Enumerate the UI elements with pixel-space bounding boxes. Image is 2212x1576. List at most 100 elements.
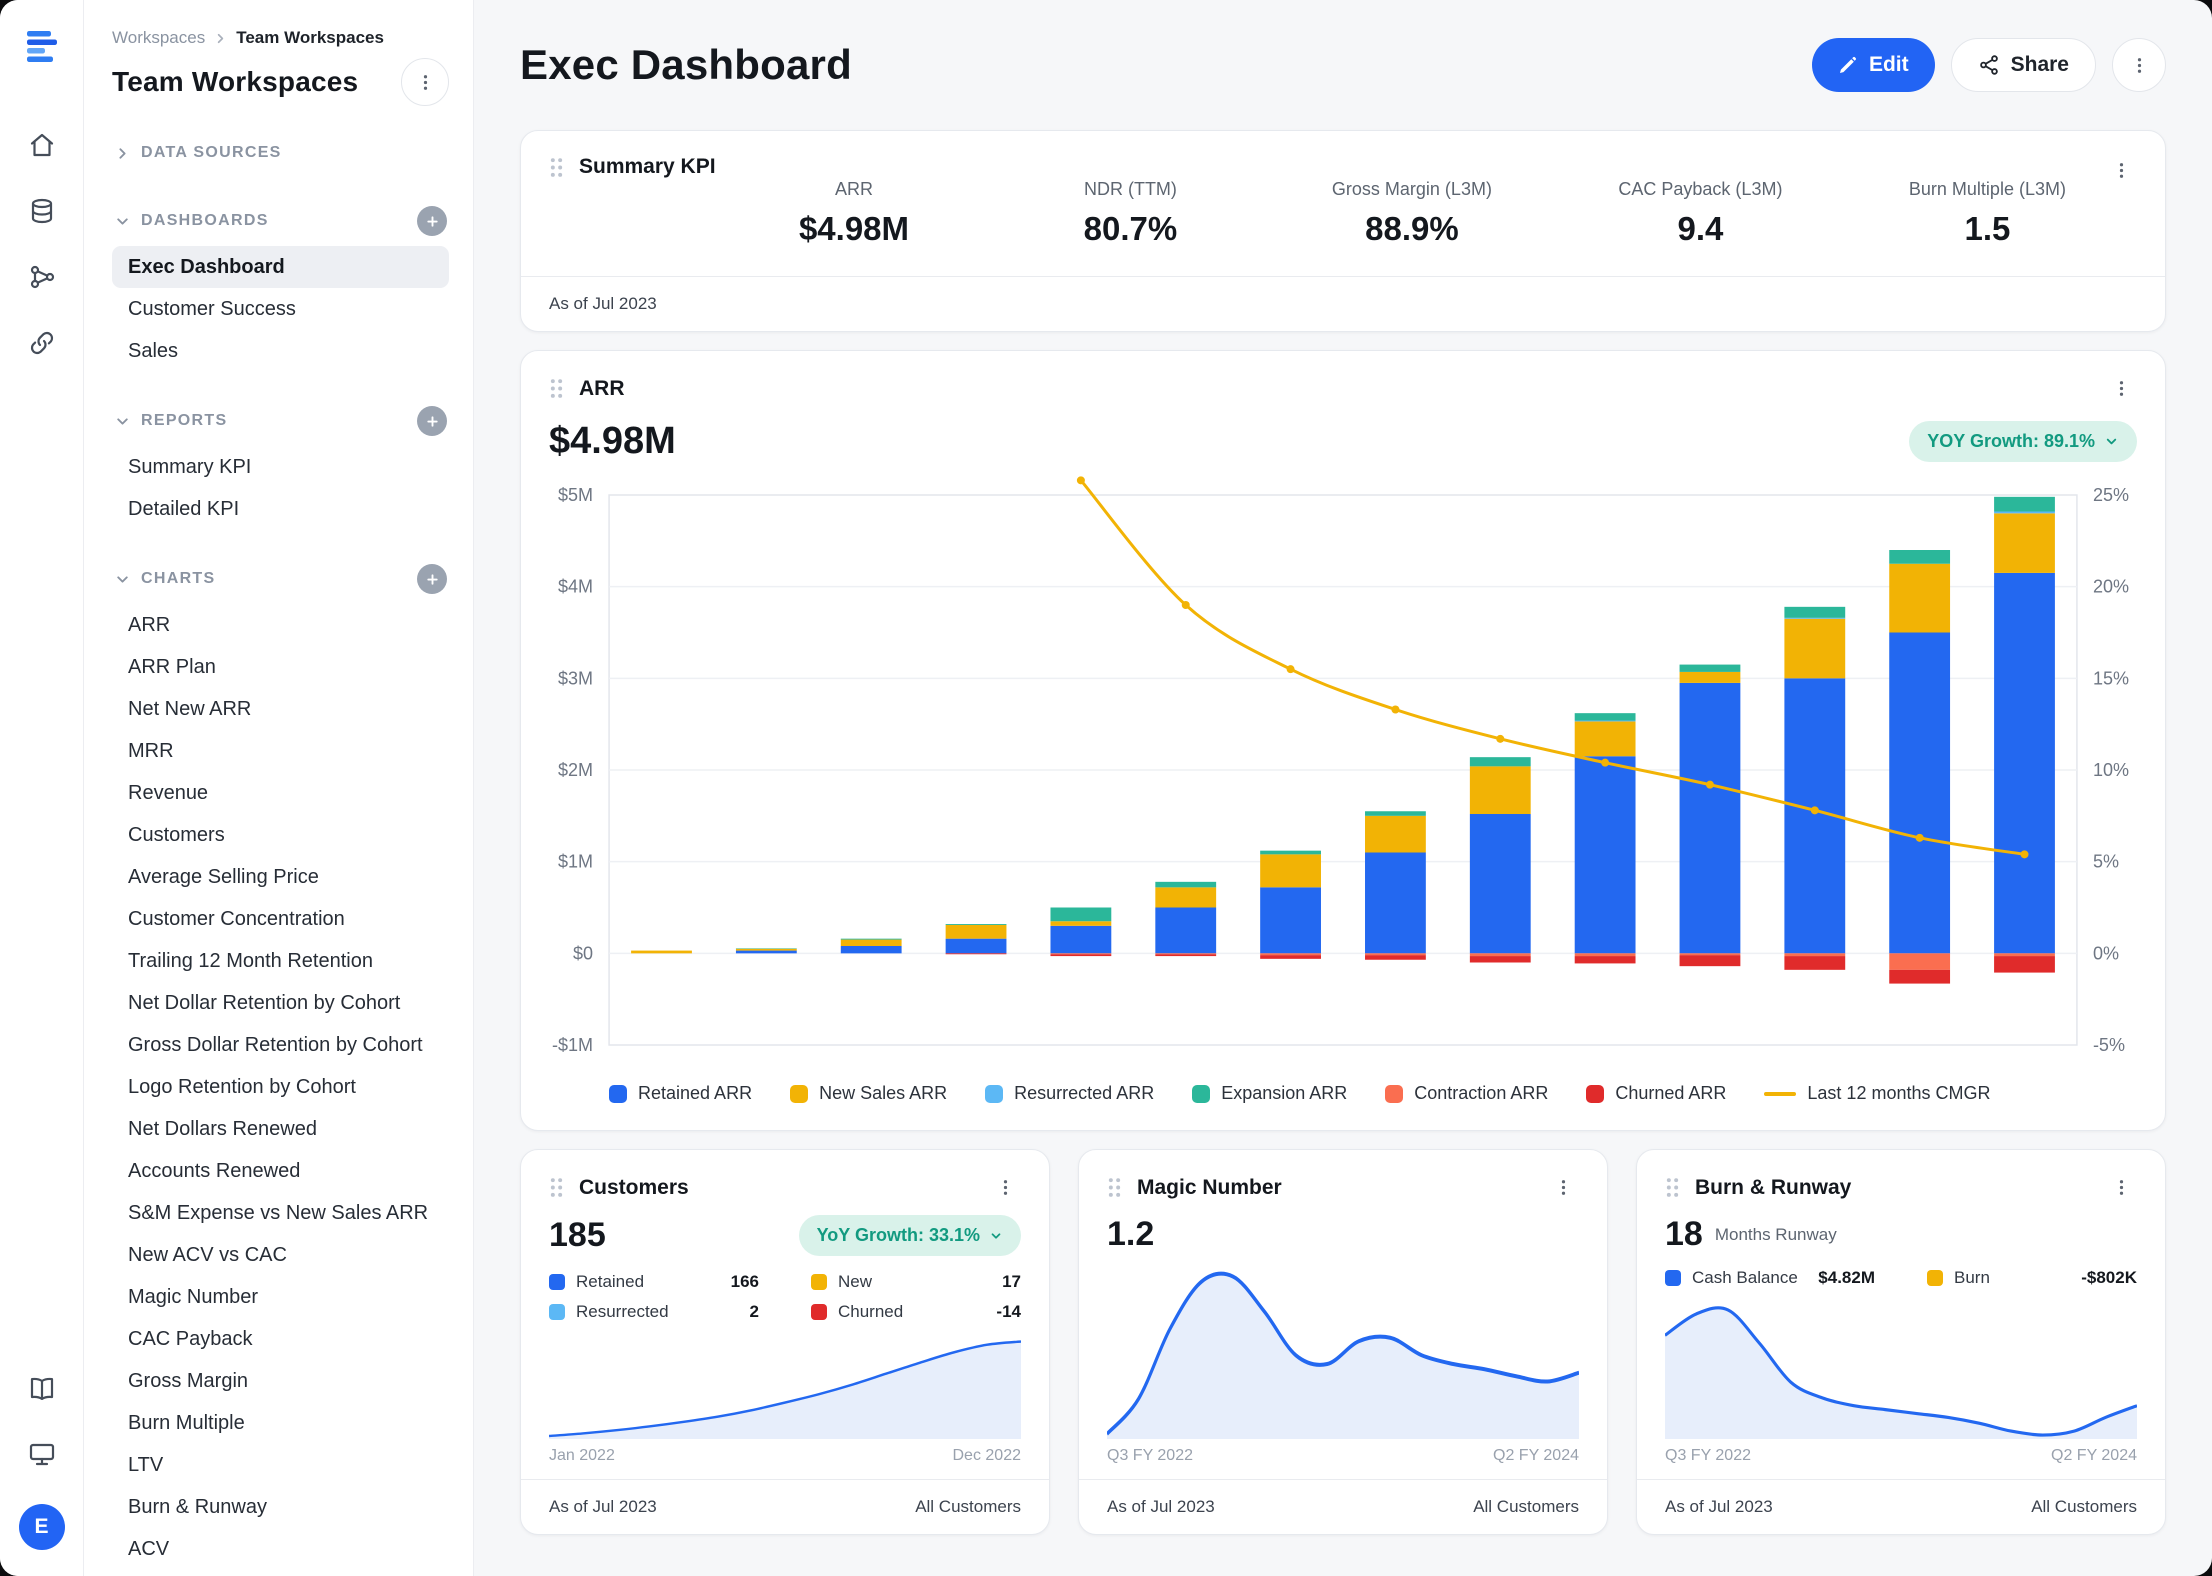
dashboard-menu-button[interactable] — [2112, 38, 2166, 92]
customers-card-title: Customers — [579, 1176, 689, 1200]
customers-menu-button[interactable] — [990, 1172, 1021, 1203]
arr-card: ARR $4.98M YOY Growth: 89.1% $5M25%$4M20… — [520, 350, 2166, 1131]
legend-swatch — [985, 1085, 1003, 1103]
section-header-dashboards[interactable]: DASHBOARDS — [114, 206, 447, 236]
home-icon[interactable] — [14, 117, 70, 173]
chevron-down-icon — [989, 1229, 1003, 1243]
sidebar-item-exec-dashboard[interactable]: Exec Dashboard — [112, 246, 449, 288]
magic-number-menu-button[interactable] — [1548, 1172, 1579, 1203]
sidebar-item-arr[interactable]: ARR — [112, 604, 449, 646]
add-charts-button[interactable] — [417, 564, 447, 594]
section-header-reports[interactable]: REPORTS — [114, 406, 447, 436]
sidebar-item-average-selling-price[interactable]: Average Selling Price — [112, 856, 449, 898]
arr-stacked-bar-chart: $5M25%$4M20%$3M15%$2M10%$1M5%$00%-$1M-5% — [545, 475, 2141, 1065]
sidebar-item-detailed-kpi[interactable]: Detailed KPI — [112, 488, 449, 530]
drag-handle-icon[interactable] — [549, 377, 564, 400]
legend-swatch — [811, 1304, 827, 1320]
arr-menu-button[interactable] — [2106, 373, 2137, 404]
customers-area-chart — [549, 1334, 1021, 1439]
edit-button[interactable]: Edit — [1812, 38, 1935, 92]
legend-swatch — [549, 1274, 565, 1290]
share-button[interactable]: Share — [1951, 38, 2096, 92]
legend-item-churned-arr: Churned ARR — [1586, 1083, 1726, 1104]
drag-handle-icon[interactable] — [1665, 1176, 1680, 1199]
sidebar-item-net-dollar-retention-by-cohort[interactable]: Net Dollar Retention by Cohort — [112, 982, 449, 1024]
customers-growth-badge[interactable]: YoY Growth: 33.1% — [799, 1215, 1021, 1256]
svg-text:10%: 10% — [2093, 760, 2129, 780]
kpi-row: ARR$4.98MNDR (TTM)80.7%Gross Margin (L3M… — [779, 179, 2106, 248]
sidebar-item-logo-retention-by-cohort[interactable]: Logo Retention by Cohort — [112, 1066, 449, 1108]
kpi-value: 80.7% — [1055, 210, 1205, 248]
sidebar-item-summary-kpi[interactable]: Summary KPI — [112, 446, 449, 488]
legend-item-resurrected: Resurrected2 — [549, 1302, 759, 1322]
breadcrumb: Workspaces Team Workspaces — [112, 28, 449, 48]
arr-growth-badge[interactable]: YOY Growth: 89.1% — [1909, 421, 2137, 462]
legend-label: Expansion ARR — [1221, 1083, 1347, 1104]
summary-menu-button[interactable] — [2106, 155, 2137, 186]
docs-book-icon[interactable] — [14, 1360, 70, 1416]
sidebar-item-gross-dollar-retention-by-cohort[interactable]: Gross Dollar Retention by Cohort — [112, 1024, 449, 1066]
as-of-text: As of Jul 2023 — [549, 1497, 657, 1517]
drag-handle-icon[interactable] — [549, 1176, 564, 1199]
sidebar-item-customers[interactable]: Customers — [112, 814, 449, 856]
as-of-text: As of Jul 2023 — [549, 294, 657, 313]
kpi-value: $4.98M — [779, 210, 929, 248]
sidebar-item-customer-success[interactable]: Customer Success — [112, 288, 449, 330]
sidebar-item-burn-multiple[interactable]: Burn Multiple — [112, 1402, 449, 1444]
section-label-reports: REPORTS — [141, 412, 227, 430]
drag-handle-icon[interactable] — [1107, 1176, 1122, 1199]
sidebar-sections: DASHBOARDS Exec DashboardCustomer Success… — [112, 172, 449, 1570]
sidebar-item-cac-payback[interactable]: CAC Payback — [112, 1318, 449, 1360]
customers-growth-badge-label: YoY Growth: 33.1% — [817, 1225, 980, 1246]
sidebar-item-sales[interactable]: Sales — [112, 330, 449, 372]
kpi-cac-payback-l3m: CAC Payback (L3M) 9.4 — [1618, 179, 1782, 248]
kpi-value: 9.4 — [1618, 210, 1782, 248]
legend-swatch — [1192, 1085, 1210, 1103]
sidebar-item-mrr[interactable]: MRR — [112, 730, 449, 772]
sidebar-item-acv[interactable]: ACV — [112, 1528, 449, 1570]
pencil-icon — [1838, 55, 1858, 75]
app-window: E Workspaces Team Workspaces Team Worksp… — [0, 0, 2212, 1576]
add-reports-button[interactable] — [417, 406, 447, 436]
sidebar-item-accounts-renewed[interactable]: Accounts Renewed — [112, 1150, 449, 1192]
breadcrumb-current: Team Workspaces — [236, 28, 384, 48]
sidebar-item-revenue[interactable]: Revenue — [112, 772, 449, 814]
legend-value: 166 — [731, 1272, 759, 1292]
legend-label: Cash Balance — [1692, 1268, 1798, 1288]
link-icon[interactable] — [14, 315, 70, 371]
sidebar-item-customer-concentration[interactable]: Customer Concentration — [112, 898, 449, 940]
app-logo-icon[interactable] — [19, 22, 65, 73]
add-dashboards-button[interactable] — [417, 206, 447, 236]
burn-runway-chart-area — [1637, 1290, 2165, 1439]
sidebar-item-arr-plan[interactable]: ARR Plan — [112, 646, 449, 688]
kpi-value: 1.5 — [1909, 210, 2066, 248]
svg-text:0%: 0% — [2093, 943, 2119, 963]
sidebar-item-burn-runway[interactable]: Burn & Runway — [112, 1486, 449, 1528]
user-avatar[interactable]: E — [19, 1504, 65, 1550]
legend-item-contraction-arr: Contraction ARR — [1385, 1083, 1548, 1104]
sidebar-item-net-dollars-renewed[interactable]: Net Dollars Renewed — [112, 1108, 449, 1150]
sidebar-item-ltv[interactable]: LTV — [112, 1444, 449, 1486]
sidebar-item-trailing-12-month-retention[interactable]: Trailing 12 Month Retention — [112, 940, 449, 982]
sidebar-item-gross-margin[interactable]: Gross Margin — [112, 1360, 449, 1402]
drag-handle-icon[interactable] — [549, 156, 564, 179]
customers-card: Customers 185 YoY Growth: 33.1% Retained… — [520, 1149, 1050, 1535]
section-header-charts[interactable]: CHARTS — [114, 564, 447, 594]
workspace-menu-button[interactable] — [401, 58, 449, 106]
desktop-icon[interactable] — [14, 1426, 70, 1482]
network-icon[interactable] — [14, 249, 70, 305]
sidebar-item-s-m-expense-vs-new-sales-arr[interactable]: S&M Expense vs New Sales ARR — [112, 1192, 449, 1234]
burn-runway-card-title: Burn & Runway — [1695, 1176, 1851, 1200]
svg-text:$3M: $3M — [558, 668, 593, 688]
database-icon[interactable] — [14, 183, 70, 239]
breadcrumb-workspaces[interactable]: Workspaces — [112, 28, 205, 48]
burn-runway-menu-button[interactable] — [2106, 1172, 2137, 1203]
sidebar-item-net-new-arr[interactable]: Net New ARR — [112, 688, 449, 730]
sidebar-item-new-acv-vs-cac[interactable]: New ACV vs CAC — [112, 1234, 449, 1276]
kpi-label: CAC Payback (L3M) — [1618, 179, 1782, 200]
legend-label: Burn — [1954, 1268, 1990, 1288]
sidebar-item-magic-number[interactable]: Magic Number — [112, 1276, 449, 1318]
kpi-value: 88.9% — [1332, 210, 1492, 248]
data-sources-toggle[interactable]: DATA SOURCES — [114, 144, 447, 162]
legend-item-churned: Churned-14 — [811, 1302, 1021, 1322]
